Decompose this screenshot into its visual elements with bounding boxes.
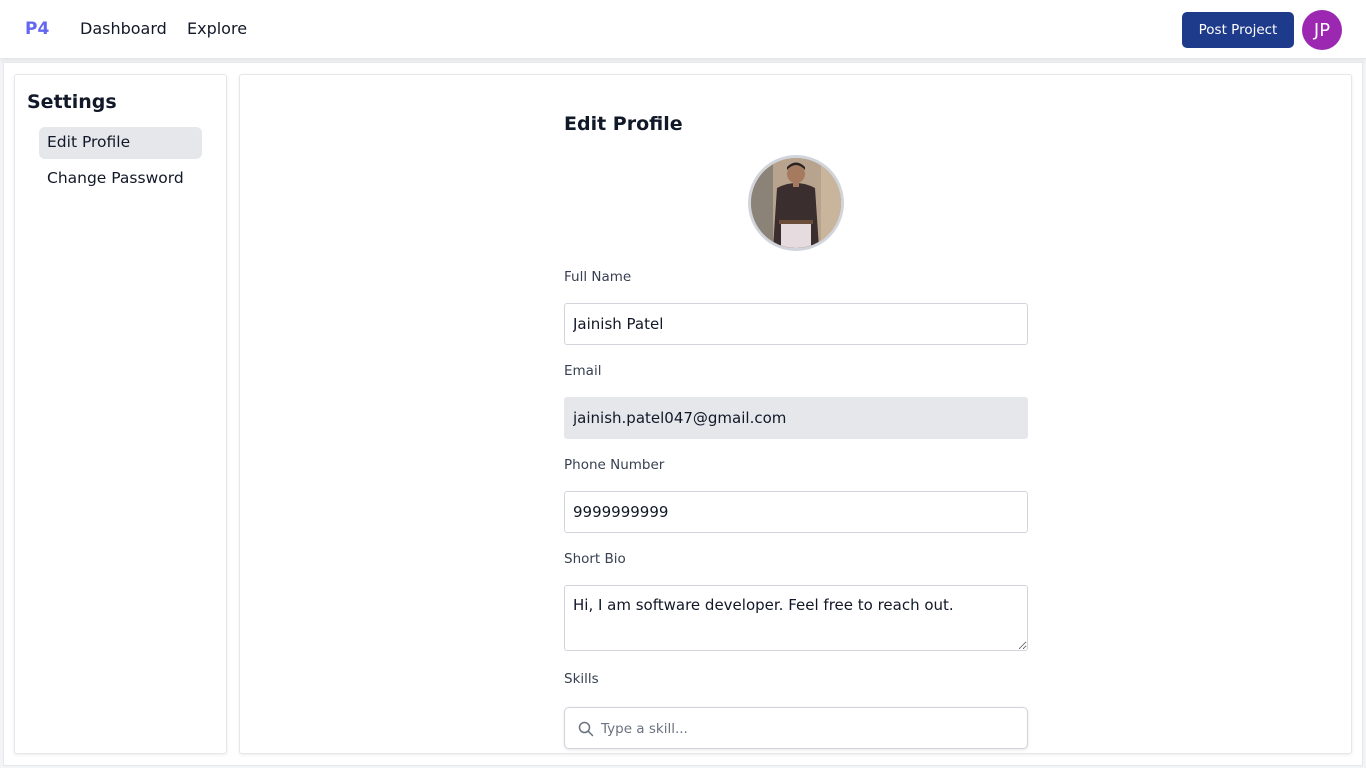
edit-profile-panel: Edit Profile Full Name Email Phone Numbe… <box>239 74 1352 754</box>
short-bio-label: Short Bio <box>564 551 626 567</box>
skills-search-box[interactable] <box>564 707 1028 749</box>
profile-photo[interactable] <box>748 155 844 251</box>
skills-label: Skills <box>564 671 599 687</box>
email-label: Email <box>564 363 602 379</box>
search-icon <box>578 721 594 737</box>
short-bio-textarea[interactable]: Hi, I am software developer. Feel free t… <box>564 585 1028 651</box>
top-navbar: P4 Dashboard Explore Post Project JP <box>0 0 1366 59</box>
full-name-label: Full Name <box>564 269 632 285</box>
nav-link-dashboard[interactable]: Dashboard <box>80 19 167 38</box>
sidebar-title: Settings <box>27 91 117 113</box>
settings-sidebar: Settings Edit Profile Change Password <box>14 74 227 754</box>
user-avatar[interactable]: JP <box>1302 10 1342 50</box>
page-title: Edit Profile <box>564 113 683 135</box>
sidebar-item-edit-profile[interactable]: Edit Profile <box>39 127 202 159</box>
skills-input[interactable] <box>601 716 1001 742</box>
app-logo[interactable]: P4 <box>25 19 49 39</box>
sidebar-item-change-password[interactable]: Change Password <box>39 163 202 195</box>
nav-link-explore[interactable]: Explore <box>187 19 247 38</box>
phone-number-label: Phone Number <box>564 457 665 473</box>
post-project-button[interactable]: Post Project <box>1182 12 1294 48</box>
phone-number-input[interactable] <box>564 491 1028 533</box>
full-name-input[interactable] <box>564 303 1028 345</box>
profile-photo-image <box>751 158 841 248</box>
email-field <box>564 397 1028 439</box>
